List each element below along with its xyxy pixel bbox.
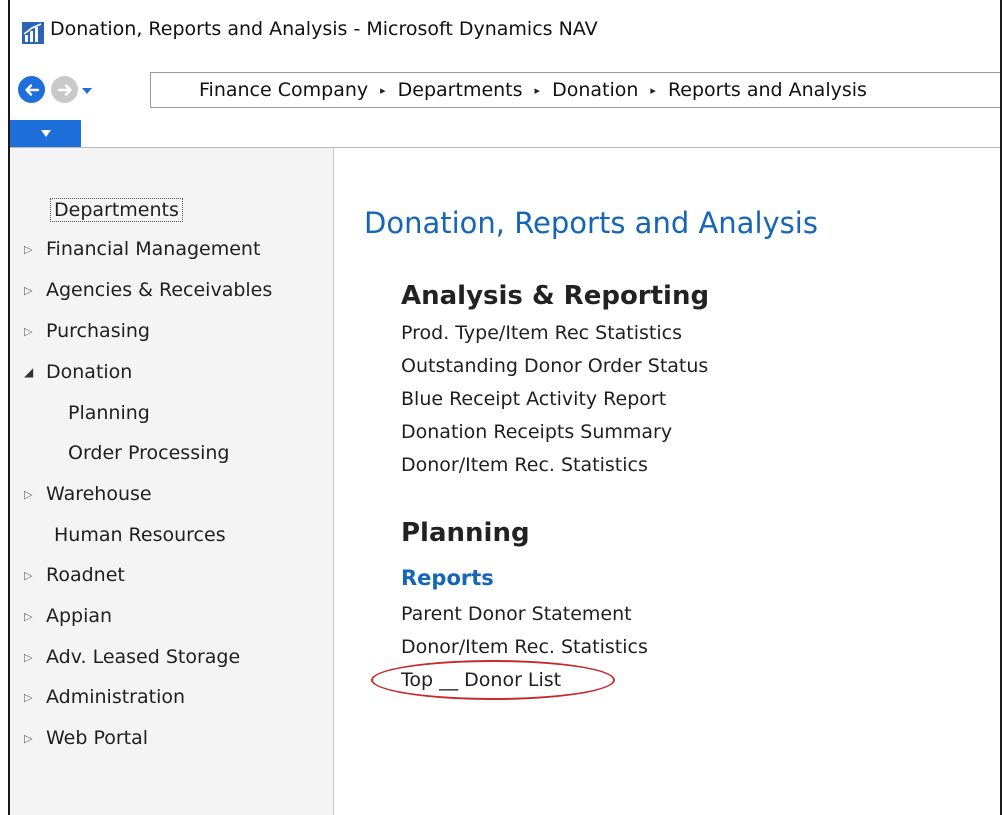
page-title: Donation, Reports and Analysis (364, 206, 818, 240)
breadcrumb[interactable]: Finance Company ▸ Departments ▸ Donation… (150, 72, 1000, 108)
breadcrumb-separator-icon[interactable]: ▸ (535, 84, 541, 97)
expand-arrow-icon[interactable]: ▷ (24, 325, 46, 338)
sidebar-item-financial-management[interactable]: ▷ Financial Management (24, 238, 260, 260)
ribbon-toggle-button[interactable] (10, 120, 81, 147)
expand-arrow-icon[interactable]: ▷ (24, 732, 46, 745)
sidebar-item-label: Agencies & Receivables (46, 279, 273, 301)
sidebar-item-appian[interactable]: ▷ Appian (24, 605, 112, 627)
back-arrow-icon (24, 83, 39, 96)
sidebar-item-planning[interactable]: Planning (68, 402, 150, 424)
sidebar-root-departments[interactable]: Departments (50, 198, 183, 222)
navigation-bar: Finance Company ▸ Departments ▸ Donation… (10, 62, 1000, 120)
collapse-arrow-icon[interactable]: ◢ (24, 365, 46, 379)
chevron-down-icon[interactable] (81, 86, 93, 96)
back-button[interactable] (18, 76, 45, 103)
breadcrumb-item-donation[interactable]: Donation (552, 79, 638, 101)
sidebar-item-adv-leased-storage[interactable]: ▷ Adv. Leased Storage (24, 646, 240, 668)
sidebar-item-label: Order Processing (68, 442, 230, 464)
sidebar-item-label: Adv. Leased Storage (46, 646, 241, 668)
report-link[interactable]: Prod. Type/Item Rec Statistics (401, 322, 682, 344)
expand-arrow-icon[interactable]: ▷ (24, 610, 46, 623)
report-link[interactable]: Outstanding Donor Order Status (401, 355, 708, 377)
content-area: Donation, Reports and Analysis Analysis … (334, 148, 1000, 815)
sidebar-item-web-portal[interactable]: ▷ Web Portal (24, 727, 148, 749)
sidebar-item-label: Human Resources (54, 524, 226, 546)
sidebar-item-donation[interactable]: ◢ Donation (24, 361, 132, 383)
section-heading-planning: Planning (401, 518, 530, 548)
section-heading-analysis-reporting: Analysis & Reporting (401, 281, 710, 311)
sidebar-item-human-resources[interactable]: Human Resources (54, 524, 226, 546)
highlight-ring-annotation (371, 660, 615, 700)
expand-arrow-icon[interactable]: ▷ (24, 488, 46, 501)
sidebar-item-label: Purchasing (46, 320, 150, 342)
report-link[interactable]: Donor/Item Rec. Statistics (401, 636, 648, 658)
report-link[interactable]: Blue Receipt Activity Report (401, 388, 666, 410)
sidebar-item-label: Administration (46, 686, 186, 708)
chevron-down-icon (40, 130, 51, 137)
expand-arrow-icon[interactable]: ▷ (24, 651, 46, 664)
subsection-heading-reports: Reports (401, 566, 494, 590)
sidebar-item-label: Appian (46, 605, 113, 627)
sidebar-item-roadnet[interactable]: ▷ Roadnet (24, 564, 125, 586)
window-title: Donation, Reports and Analysis - Microso… (50, 18, 598, 40)
sidebar-item-label: Financial Management (46, 238, 261, 260)
expand-arrow-icon[interactable]: ▷ (24, 691, 46, 704)
title-bar: Donation, Reports and Analysis - Microso… (10, 0, 1000, 60)
breadcrumb-item-company[interactable]: Finance Company (199, 79, 368, 101)
sidebar-item-order-processing[interactable]: Order Processing (68, 442, 230, 464)
sidebar-item-agencies-receivables[interactable]: ▷ Agencies & Receivables (24, 279, 272, 301)
report-link[interactable]: Parent Donor Statement (401, 603, 632, 625)
breadcrumb-item-departments[interactable]: Departments (398, 79, 523, 101)
ribbon-bar (10, 120, 1000, 148)
breadcrumb-item-reports-and-analysis[interactable]: Reports and Analysis (668, 79, 867, 101)
sidebar-item-warehouse[interactable]: ▷ Warehouse (24, 483, 152, 505)
sidebar-item-purchasing[interactable]: ▷ Purchasing (24, 320, 150, 342)
report-link[interactable]: Donor/Item Rec. Statistics (401, 454, 648, 476)
sidebar-item-label: Web Portal (46, 727, 149, 749)
sidebar-item-label: Donation (46, 361, 133, 383)
sidebar-item-label: Planning (68, 402, 150, 424)
expand-arrow-icon[interactable]: ▷ (24, 284, 46, 297)
forward-arrow-icon (57, 83, 72, 96)
breadcrumb-separator-icon[interactable]: ▸ (380, 84, 386, 97)
sidebar-item-label: Departments (50, 198, 183, 222)
expand-arrow-icon[interactable]: ▷ (24, 243, 46, 256)
application-window: Donation, Reports and Analysis - Microso… (8, 0, 1002, 815)
sidebar-item-label: Roadnet (46, 564, 125, 586)
report-link[interactable]: Donation Receipts Summary (401, 421, 672, 443)
navigation-pane: Departments ▷ Financial Management ▷ Age… (10, 148, 334, 815)
sidebar-item-administration[interactable]: ▷ Administration (24, 686, 185, 708)
sidebar-item-label: Warehouse (46, 483, 152, 505)
expand-arrow-icon[interactable]: ▷ (24, 569, 46, 582)
dynamics-nav-chart-icon (22, 22, 44, 44)
forward-button[interactable] (51, 76, 78, 103)
breadcrumb-separator-icon[interactable]: ▸ (650, 84, 656, 97)
